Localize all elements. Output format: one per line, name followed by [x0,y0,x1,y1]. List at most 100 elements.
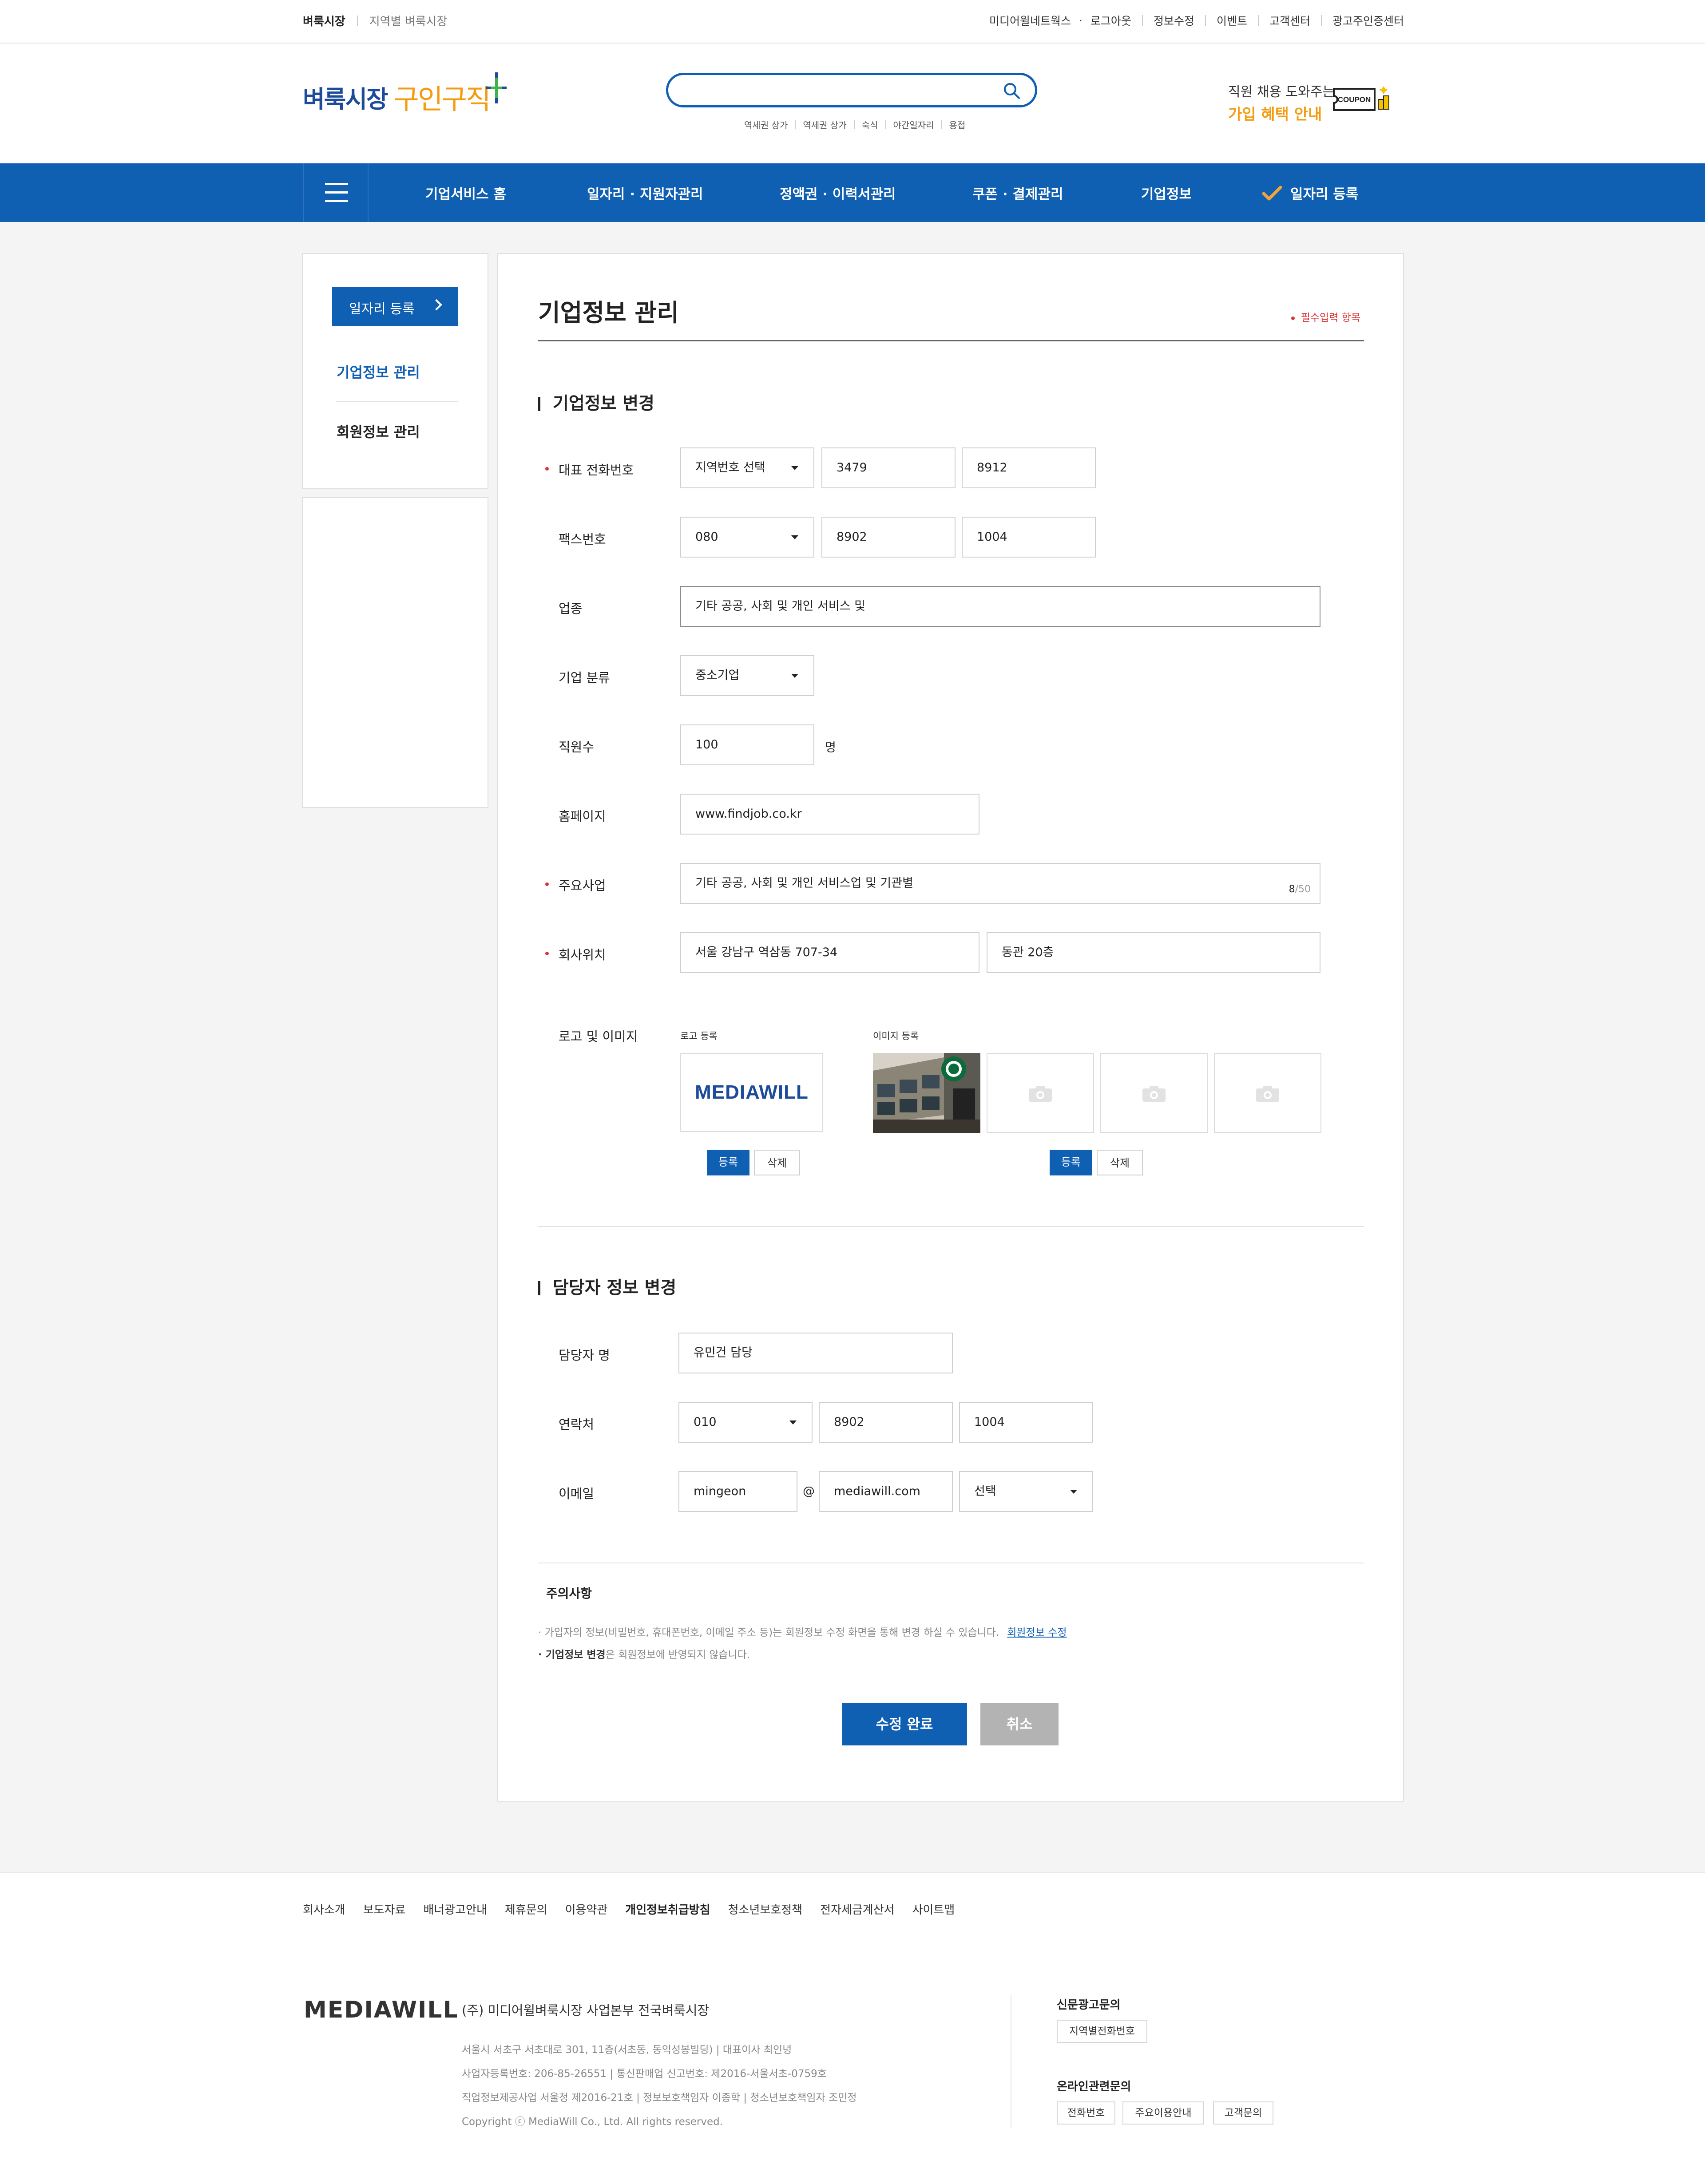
footer-link[interactable]: 전자세금계산서 [820,1901,894,1917]
sidebar-item-company-info[interactable]: 기업정보 관리 [337,361,420,382]
link-logout[interactable]: 로그아웃 [1090,12,1131,28]
company-photo-thumbnail[interactable] [873,1053,980,1133]
field-label-homepage: 홈페이지 [559,809,606,824]
industry-input[interactable]: 기타 공공, 사회 및 개인 서비스 및 [680,586,1320,627]
keyword-link[interactable]: 용접 [949,118,966,131]
regional-phone-button[interactable]: 지역별전화번호 [1057,2020,1147,2043]
select-value: 010 [694,1415,717,1429]
field-label-text: 회사위치 [559,947,606,962]
fax-last-input[interactable]: 1004 [962,517,1096,558]
signup-benefit-promo[interactable]: 직원 채용 도와주는 가입 혜택 안내 [1228,81,1335,124]
heading-bar [538,1281,540,1295]
footer-link[interactable]: 사이트맵 [912,1901,955,1917]
camera-icon [1142,1086,1166,1102]
footer-link[interactable]: 청소년보호정책 [728,1901,802,1917]
logo-preview[interactable]: MEDIAWILL [680,1053,823,1132]
email-id-input[interactable]: mingeon [678,1471,797,1512]
footer-link-privacy[interactable]: 개인정보취급방침 [625,1901,710,1917]
address-input[interactable]: 서울 강남구 역삼동 707-34 [680,932,979,973]
cancel-button[interactable]: 취소 [980,1703,1059,1745]
contact-last-input[interactable]: 1004 [959,1402,1093,1443]
email-domain-select[interactable]: 선택 [959,1471,1093,1512]
link-advertiser-auth[interactable]: 광고주인증센터 [1332,12,1404,28]
address-detail-input[interactable]: 동관 20층 [987,932,1320,973]
employees-input[interactable]: 100 [680,724,814,765]
online-ad-heading: 온라인관련문의 [1057,2080,1131,2093]
footer-logo: MEDIAWILL [304,1997,459,2023]
field-label-industry: 업종 [559,601,583,616]
keyword-link[interactable]: 숙식 [862,118,878,131]
footer-info-line: 직업정보제공사업 서울청 제2016-21호 | 정보보호책임자 이종학 | 청… [462,2092,857,2104]
company-category-select[interactable]: 중소기업 [680,655,814,696]
link-customer-center[interactable]: 고객센터 [1269,12,1310,28]
image-slot-empty[interactable] [1214,1053,1321,1133]
notice-line-2: · 기업정보 변경은 회원정보에 반영되지 않습니다. [538,1646,750,1661]
image-register-button[interactable]: 등록 [1050,1150,1092,1175]
nav-jobs-applicants[interactable]: 일자리 · 지원자관리 [587,183,703,203]
field-label-text: 주요사업 [559,878,606,893]
manager-name-input[interactable]: 유민건 담당 [678,1333,953,1373]
char-counter: 8/50 [1289,870,1311,909]
fax-prefix-select[interactable]: 080 [680,517,814,558]
keyword-link[interactable]: 역세권 상가 [803,118,846,131]
phone-last-input[interactable]: 8912 [962,447,1096,488]
nav-job-register[interactable]: 일자리 등록 [1290,183,1358,203]
footer-link[interactable]: 제휴문의 [505,1901,547,1917]
site-logo[interactable]: 벼룩시장 구인구직 [303,72,507,119]
sidebar-ad-area [302,497,488,808]
footer-phone-button[interactable]: 전화번호 [1057,2101,1115,2125]
char-count: 8 [1289,884,1295,895]
contact-middle-input[interactable]: 8902 [819,1402,953,1443]
member-info-edit-link[interactable]: 회원정보 수정 [1007,1627,1067,1638]
nav-company-info[interactable]: 기업정보 [1141,183,1192,203]
main-business-input[interactable]: 기타 공공, 사회 및 개인 서비스업 및 기관별 8/50 [680,863,1320,904]
homepage-input[interactable]: www.findjob.co.kr [680,794,979,835]
logo-sub-text: 구인구직 [393,83,491,115]
section-heading-text: 기업정보 변경 [553,394,654,414]
keyword-link[interactable]: 야간일자리 [893,118,934,131]
nav-business-home[interactable]: 기업서비스 홈 [425,183,506,203]
contact-prefix-select[interactable]: 010 [678,1402,813,1443]
footer-usage-guide-button[interactable]: 주요이용안내 [1122,2101,1204,2125]
image-delete-button[interactable]: 삭제 [1097,1150,1143,1175]
submit-button[interactable]: 수정 완료 [842,1703,967,1745]
phone-middle-input[interactable]: 3479 [821,447,956,488]
divider [941,120,942,129]
logo-delete-button[interactable]: 삭제 [754,1150,800,1175]
job-register-button[interactable]: 일자리 등록 [332,287,458,326]
site-tab-current[interactable]: 벼룩시장 [303,12,345,29]
footer-links-bar: 회사소개 보도자료 배너광고안내 제휴문의 이용약관 개인정보취급방침 청소년보… [0,1872,1705,1946]
search-bar[interactable] [666,73,1037,107]
page-title: 기업정보 관리 [538,299,679,327]
required-note-text: 필수입력 항목 [1301,312,1360,324]
link-mediawill-networks[interactable]: 미디어윌네트웍스 [989,12,1071,28]
camera-icon [1029,1086,1052,1102]
field-label-contact: 연락처 [559,1417,595,1432]
logo-register-button[interactable]: 등록 [707,1150,749,1175]
sidebar-item-member-info[interactable]: 회원정보 관리 [337,421,420,441]
keyword-link[interactable]: 역세권 상가 [744,118,788,131]
title-divider [538,340,1364,341]
nav-plans-resumes[interactable]: 정액권 · 이력서관리 [780,183,896,203]
site-tab-regional[interactable]: 지역별 벼룩시장 [369,12,448,29]
image-slot-empty[interactable] [1100,1053,1208,1133]
area-code-select[interactable]: 지역번호 선택 [680,447,814,488]
footer-link[interactable]: 이용약관 [565,1901,608,1917]
dropdown-arrow-icon [791,466,798,470]
all-menu-button[interactable] [303,163,369,222]
image-slot-empty[interactable] [987,1053,1094,1133]
footer-link[interactable]: 회사소개 [303,1901,345,1917]
promo-line-1: 직원 채용 도와주는 [1228,84,1335,100]
link-event[interactable]: 이벤트 [1217,12,1247,28]
nav-coupon-payment[interactable]: 쿠폰 · 결제관리 [972,183,1063,203]
fax-middle-input[interactable]: 8902 [821,517,956,558]
footer-link[interactable]: 배너광고안내 [423,1901,487,1917]
footer-inquiry-button[interactable]: 고객문의 [1213,2101,1273,2125]
link-edit-info[interactable]: 정보수정 [1154,12,1194,28]
search-icon[interactable] [1002,81,1022,101]
footer-link[interactable]: 보도자료 [363,1901,406,1917]
footer-company-name: (주) 미디어윌벼룩시장 사업본부 전국벼룩시장 [462,2003,710,2018]
notice-line-2-text: 은 회원정보에 반영되지 않습니다. [605,1649,750,1661]
main-navigation: 기업서비스 홈 일자리 · 지원자관리 정액권 · 이력서관리 쿠폰 · 결제관… [0,163,1705,222]
email-domain-input[interactable]: mediawill.com [819,1471,953,1512]
